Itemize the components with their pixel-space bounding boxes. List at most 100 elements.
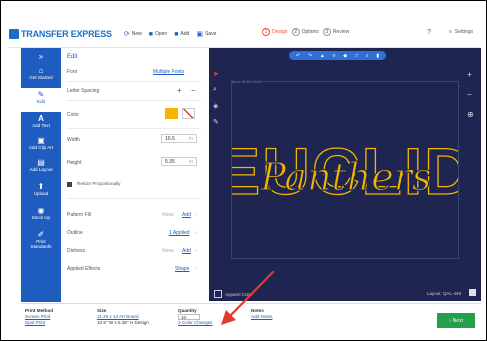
outline-label: Outline bbox=[67, 230, 83, 236]
divider bbox=[67, 128, 201, 129]
chevron-right-icon: › bbox=[195, 248, 197, 254]
distress-add-link[interactable]: Add bbox=[182, 248, 191, 254]
app-window: TRANSFER EXPRESS ⟳ New ■ Open ■ Add ▣ Sa… bbox=[0, 0, 487, 341]
help-button[interactable]: ? bbox=[427, 29, 431, 36]
sidebar-item-print-standards[interactable]: ✐ Print Standards bbox=[21, 230, 61, 249]
image-icon: ▣ bbox=[37, 136, 45, 145]
search-icon[interactable]: ⌕ bbox=[366, 53, 369, 59]
step-label: Design bbox=[272, 29, 288, 35]
panel-title: Edit bbox=[67, 54, 78, 60]
collapse-sidebar-icon[interactable]: » bbox=[21, 52, 61, 61]
pattern-fill-label: Pattern Fill bbox=[67, 212, 91, 218]
divider bbox=[67, 81, 201, 82]
font-select[interactable]: Multiple Fonts bbox=[153, 69, 184, 75]
sidebar-item-label: Add Layout bbox=[29, 167, 53, 172]
zoom-out-icon[interactable]: − bbox=[467, 90, 474, 99]
applied-effects-link[interactable]: Shape bbox=[175, 266, 189, 272]
refresh-icon: ⟳ bbox=[123, 30, 130, 38]
sidebar-item-upload[interactable]: ⬆ Upload bbox=[21, 182, 61, 196]
outline-link[interactable]: 1 Applied bbox=[169, 230, 190, 236]
brand-name: TRANSFER EXPRESS bbox=[21, 29, 112, 39]
step-design[interactable]: 1 Design bbox=[262, 28, 288, 36]
open-button[interactable]: ■ Open bbox=[149, 31, 167, 38]
font-label: Font bbox=[67, 69, 78, 75]
sidebar-item-label: Print Standards bbox=[30, 239, 52, 249]
sidebar-item-edit[interactable]: ✎ Edit bbox=[21, 88, 61, 112]
sidebar-item-add-text[interactable]: A Add Text bbox=[21, 114, 61, 128]
divider bbox=[67, 198, 201, 199]
save-button[interactable]: ▣ Save bbox=[196, 31, 216, 38]
grid-icon[interactable] bbox=[469, 289, 476, 296]
height-input[interactable]: 5.35 in bbox=[161, 157, 197, 166]
pointer-icon[interactable]: ➤ bbox=[213, 70, 219, 78]
sidebar-item-add-layout[interactable]: ▤ Add Layout bbox=[21, 158, 61, 172]
new-button[interactable]: ⟳ New bbox=[124, 31, 142, 38]
quantity-heading: Quantity bbox=[178, 308, 197, 313]
chevron-right-icon: › bbox=[195, 212, 197, 218]
zoom-icon[interactable]: ⌕ bbox=[213, 86, 219, 94]
color-swatch-none[interactable] bbox=[182, 108, 195, 119]
eye-icon: ◉ bbox=[37, 206, 45, 215]
resize-proportionally-checkbox[interactable] bbox=[67, 182, 72, 187]
crop-icon[interactable]: □ bbox=[355, 53, 358, 59]
color-changes-link[interactable]: 3 Color Changes bbox=[178, 320, 212, 326]
step-number: 2 bbox=[291, 28, 300, 36]
duplicate-icon[interactable]: ◆ bbox=[343, 53, 347, 59]
canvas-right-tools: + − ⊕ bbox=[467, 70, 474, 119]
sidebar-item-label: Mock Up bbox=[31, 215, 51, 220]
distress-value: None bbox=[162, 248, 174, 254]
sidebar-item-label: Get Started bbox=[29, 75, 53, 80]
shield-icon[interactable]: ◈ bbox=[213, 102, 219, 110]
step-options[interactable]: 2 Options bbox=[291, 28, 319, 36]
letter-spacing-decrease-button[interactable]: − bbox=[191, 86, 196, 95]
settings-button[interactable]: ≡ Settings bbox=[449, 29, 473, 35]
zoom-in-icon[interactable]: + bbox=[467, 70, 474, 79]
pattern-fill-add-link[interactable]: Add bbox=[182, 212, 191, 218]
color-label: Color bbox=[67, 112, 79, 118]
redo-icon[interactable]: ↷ bbox=[308, 53, 312, 59]
sidebar: » ⌂ Get Started ✎ Edit A Add Text ▣ Add … bbox=[21, 48, 61, 302]
width-unit: in bbox=[189, 135, 193, 142]
brush-icon[interactable]: ✎ bbox=[213, 118, 219, 126]
sidebar-item-get-started[interactable]: ⌂ Get Started bbox=[21, 66, 61, 80]
letter-spacing-increase-button[interactable]: + bbox=[177, 86, 182, 95]
folder-plus-icon: ■ bbox=[174, 30, 179, 38]
next-button[interactable]: › Next bbox=[437, 313, 475, 328]
step-review[interactable]: 3 Review bbox=[322, 28, 349, 36]
size-detail: 10.5" W x 5.35" H Design bbox=[97, 320, 149, 325]
width-input[interactable]: 10.5 in bbox=[161, 134, 197, 143]
annotation-arrow bbox=[221, 270, 275, 325]
zoom-fit-icon[interactable]: ⊕ bbox=[467, 110, 474, 119]
height-label: Height bbox=[67, 160, 82, 166]
width-value: 10.5 bbox=[165, 135, 175, 142]
pattern-fill-value: None bbox=[162, 212, 174, 218]
chevron-right-icon: › bbox=[195, 266, 197, 272]
script-word: Panthers bbox=[260, 155, 432, 199]
print-method-link[interactable]: Spot Print bbox=[25, 320, 53, 326]
sidebar-item-mock-up[interactable]: ◉ Mock Up bbox=[21, 206, 61, 220]
add-label: Add bbox=[180, 31, 190, 37]
pencil-icon: ✎ bbox=[37, 90, 45, 99]
sidebar-item-label: Upload bbox=[33, 191, 49, 196]
art-board[interactable]: EUCLID Panthers bbox=[216, 81, 473, 259]
progress-steps: 1 Design 2 Options 3 Review bbox=[262, 28, 349, 36]
sidebar-item-add-clip-art[interactable]: ▣ Add Clip Art bbox=[21, 136, 61, 150]
layers-icon[interactable]: ≡ bbox=[333, 53, 336, 59]
height-unit: in bbox=[189, 158, 193, 165]
distress-label: Distress bbox=[67, 248, 86, 254]
next-label: Next bbox=[452, 317, 463, 324]
folder-icon: ■ bbox=[148, 30, 153, 38]
sidebar-item-label: Add Clip Art bbox=[28, 145, 54, 150]
add-button[interactable]: ■ Add bbox=[174, 31, 189, 38]
color-swatch-gold[interactable] bbox=[165, 108, 178, 119]
brand-logo[interactable]: TRANSFER EXPRESS bbox=[9, 29, 112, 39]
delete-icon[interactable]: ▮ bbox=[376, 53, 379, 59]
undo-icon[interactable]: ↶ bbox=[296, 53, 300, 59]
align-icon[interactable]: ▲ bbox=[320, 53, 325, 59]
layout-icon: ▤ bbox=[37, 158, 45, 167]
design-artwork[interactable]: EUCLID Panthers bbox=[216, 82, 473, 258]
layout-id: Layout: QAL-448 bbox=[427, 291, 462, 296]
height-value: 5.35 bbox=[165, 158, 175, 165]
settings-label: Settings bbox=[454, 29, 473, 35]
open-label: Open bbox=[154, 31, 168, 37]
